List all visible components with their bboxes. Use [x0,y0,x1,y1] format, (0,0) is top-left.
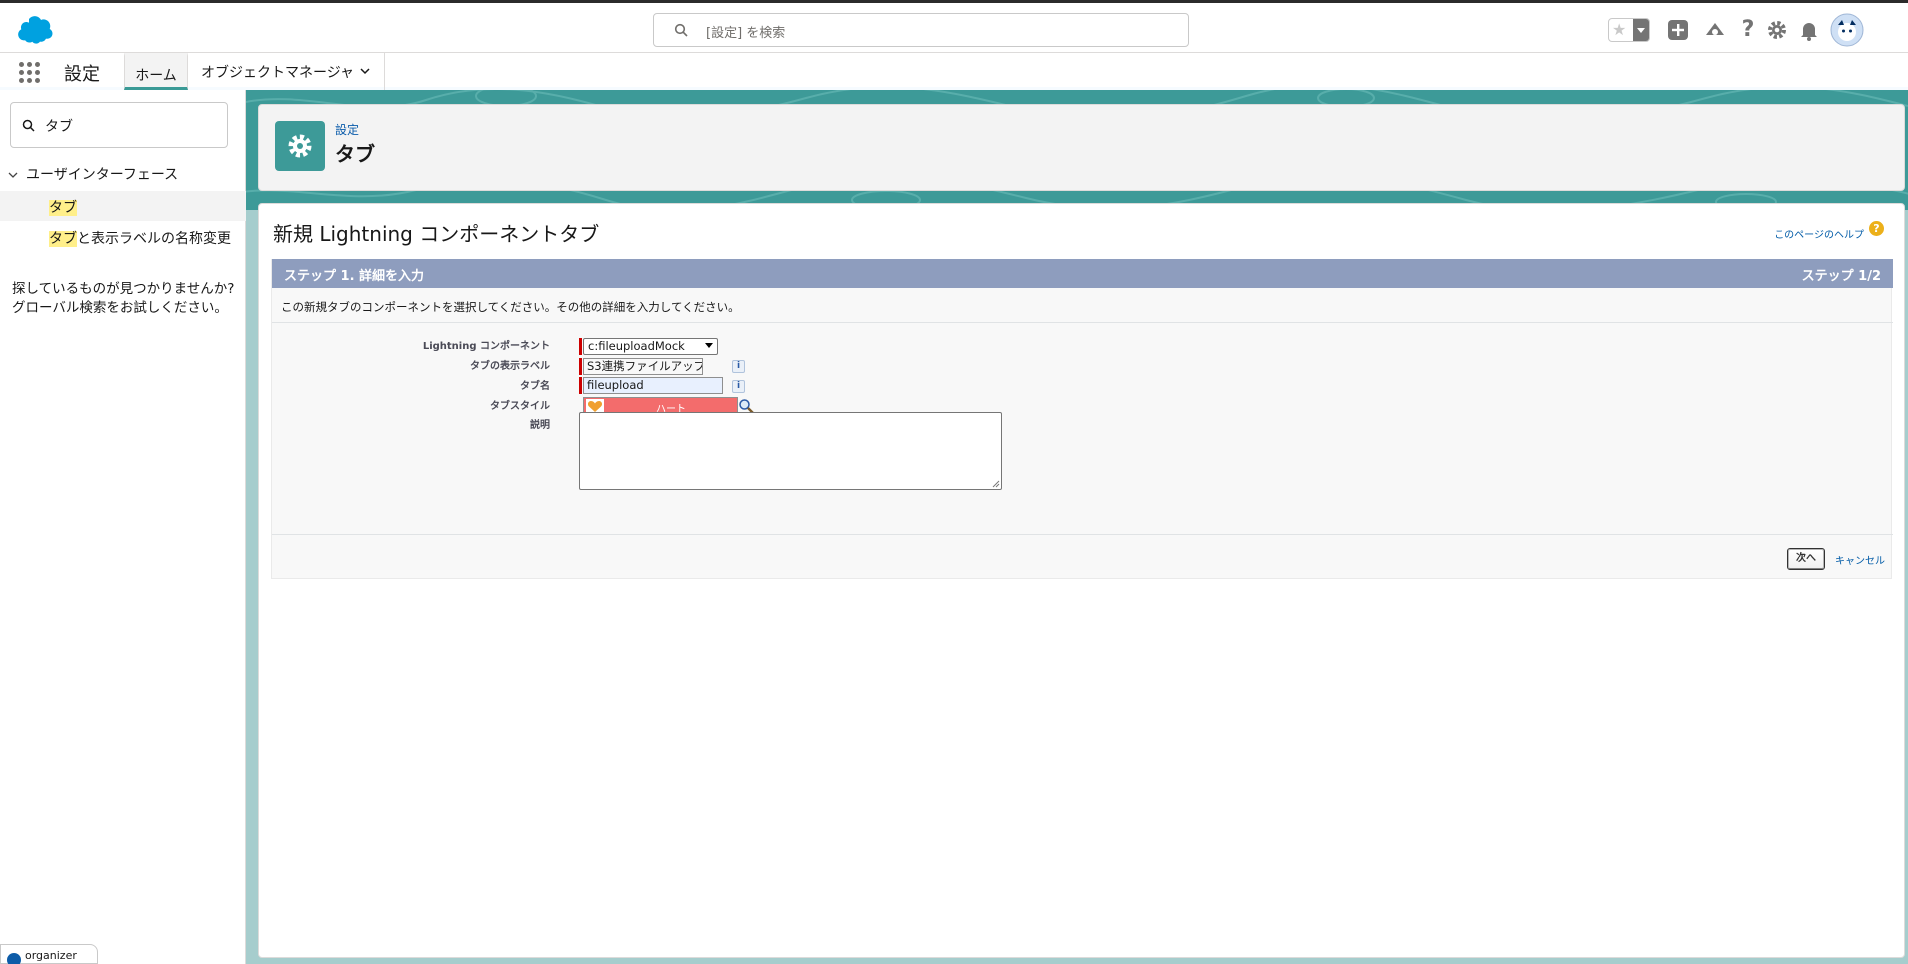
required-indicator [579,377,582,394]
favorite-star-icon: ★ [1612,20,1627,39]
app-name: 設定 [64,64,100,85]
step-block: ステップ 1. 詳細を入力 ステップ 1/2 この新規タブのコンポーネントを選択… [271,259,1893,579]
info-icon[interactable]: i [732,360,745,373]
setup-sidebar: タブ ユーザインターフェース タブ タブと表示ラベルの名称変更 探しているものが… [0,90,246,964]
header-utility-icons: ★ ? [1608,3,1908,56]
highlight-text: タブ [49,200,77,216]
salesforce-cloud-logo[interactable] [12,15,54,45]
description-textarea[interactable] [579,412,1002,490]
search-icon [22,119,35,132]
trailhead-icon[interactable] [1703,18,1727,42]
tab-label-input[interactable]: S3連携ファイルアップロード [583,358,703,375]
required-indicator [579,338,582,355]
setup-gear-icon [275,121,325,171]
chevron-down-icon[interactable] [359,65,371,77]
required-indicator [579,358,582,375]
chevron-down-icon[interactable] [1633,19,1649,41]
info-icon[interactable]: i [732,380,745,393]
sidebar-item-rename-tabs-labels[interactable]: タブと表示ラベルの名称変更 [0,222,246,252]
component-select-value: c:fileuploadMock [588,339,685,353]
sidebar-item-tabs[interactable]: タブ [0,191,246,221]
organizer-icon [7,953,21,964]
content-title: 新規 Lightning コンポーネントタブ [273,222,600,246]
sidebar-item-label: と表示ラベルの名称変更 [77,231,231,247]
tree-node-user-interface[interactable]: ユーザインターフェース [8,164,178,184]
global-header: [設定] を検索 ★ ? [0,0,1908,53]
component-label: Lightning コンポーネント [422,341,550,352]
quick-find-value: タブ [45,119,73,135]
tab-name-label: タブ名 [520,381,550,392]
breadcrumb[interactable]: 設定 [335,121,359,138]
bell-icon[interactable] [1797,18,1821,42]
organizer-widget[interactable]: organizer [0,944,98,964]
step-count: ステップ 1/2 [1801,269,1881,284]
tree-node-label: ユーザインターフェース [26,167,179,183]
tab-object-manager[interactable]: オブジェクトマネージャ [188,53,385,90]
divider [272,322,1893,323]
add-icon[interactable] [1666,18,1690,42]
app-launcher-icon[interactable] [19,62,41,84]
cancel-link[interactable]: キャンセル [1835,552,1885,567]
content-panel: 新規 Lightning コンポーネントタブ このページのヘルプ ? ステップ … [258,203,1905,958]
page-title: タブ [335,142,375,166]
avatar[interactable] [1830,13,1864,47]
chevron-down-icon[interactable] [8,170,18,180]
description-label: 説明 [530,420,550,431]
help-icon[interactable]: ? [1736,18,1760,42]
help-icon[interactable]: ? [1869,221,1884,236]
tab-object-manager-label: オブジェクトマネージャ [201,65,355,81]
global-search-input[interactable]: [設定] を検索 [653,13,1189,47]
not-found-message: 探しているものが見つかりませんか? グローバル検索をお試しください。 [12,280,234,318]
context-navigation-bar: 設定 ホーム オブジェクトマネージャ [0,53,1908,90]
quick-find-input[interactable]: タブ [10,102,228,148]
instructions-text: この新規タブのコンポーネントを選択してください。その他の詳細を入力してください。 [281,300,740,314]
component-select[interactable]: c:fileuploadMock [583,338,718,355]
main-area: 設定 タブ 新規 Lightning コンポーネントタブ このページのヘルプ ?… [246,90,1908,964]
step-bar: ステップ 1. 詳細を入力 ステップ 1/2 [272,259,1893,288]
highlight-text: タブ [49,231,77,247]
gear-icon[interactable] [1765,18,1789,42]
not-found-line-2: グローバル検索をお試しください。 [12,300,228,316]
tab-name-input[interactable]: fileupload [583,377,723,394]
tab-label-label: タブの表示ラベル [470,361,550,372]
next-button[interactable]: 次へ [1787,548,1825,570]
divider [272,534,1893,535]
search-icon [674,23,688,37]
organizer-label: organizer [25,949,77,962]
not-found-line-1: 探しているものが見つかりませんか? [12,281,235,297]
favorites-button[interactable]: ★ [1608,18,1650,42]
chevron-down-icon [705,343,713,348]
resize-grip-icon[interactable] [992,480,1000,488]
page-header: 設定 タブ [258,104,1905,191]
tab-home[interactable]: ホーム [124,53,188,90]
help-link[interactable]: このページのヘルプ [1774,226,1864,241]
tab-style-label: タブスタイル [490,401,550,412]
search-placeholder: [設定] を検索 [706,26,786,41]
step-label: ステップ 1. 詳細を入力 [284,269,425,284]
